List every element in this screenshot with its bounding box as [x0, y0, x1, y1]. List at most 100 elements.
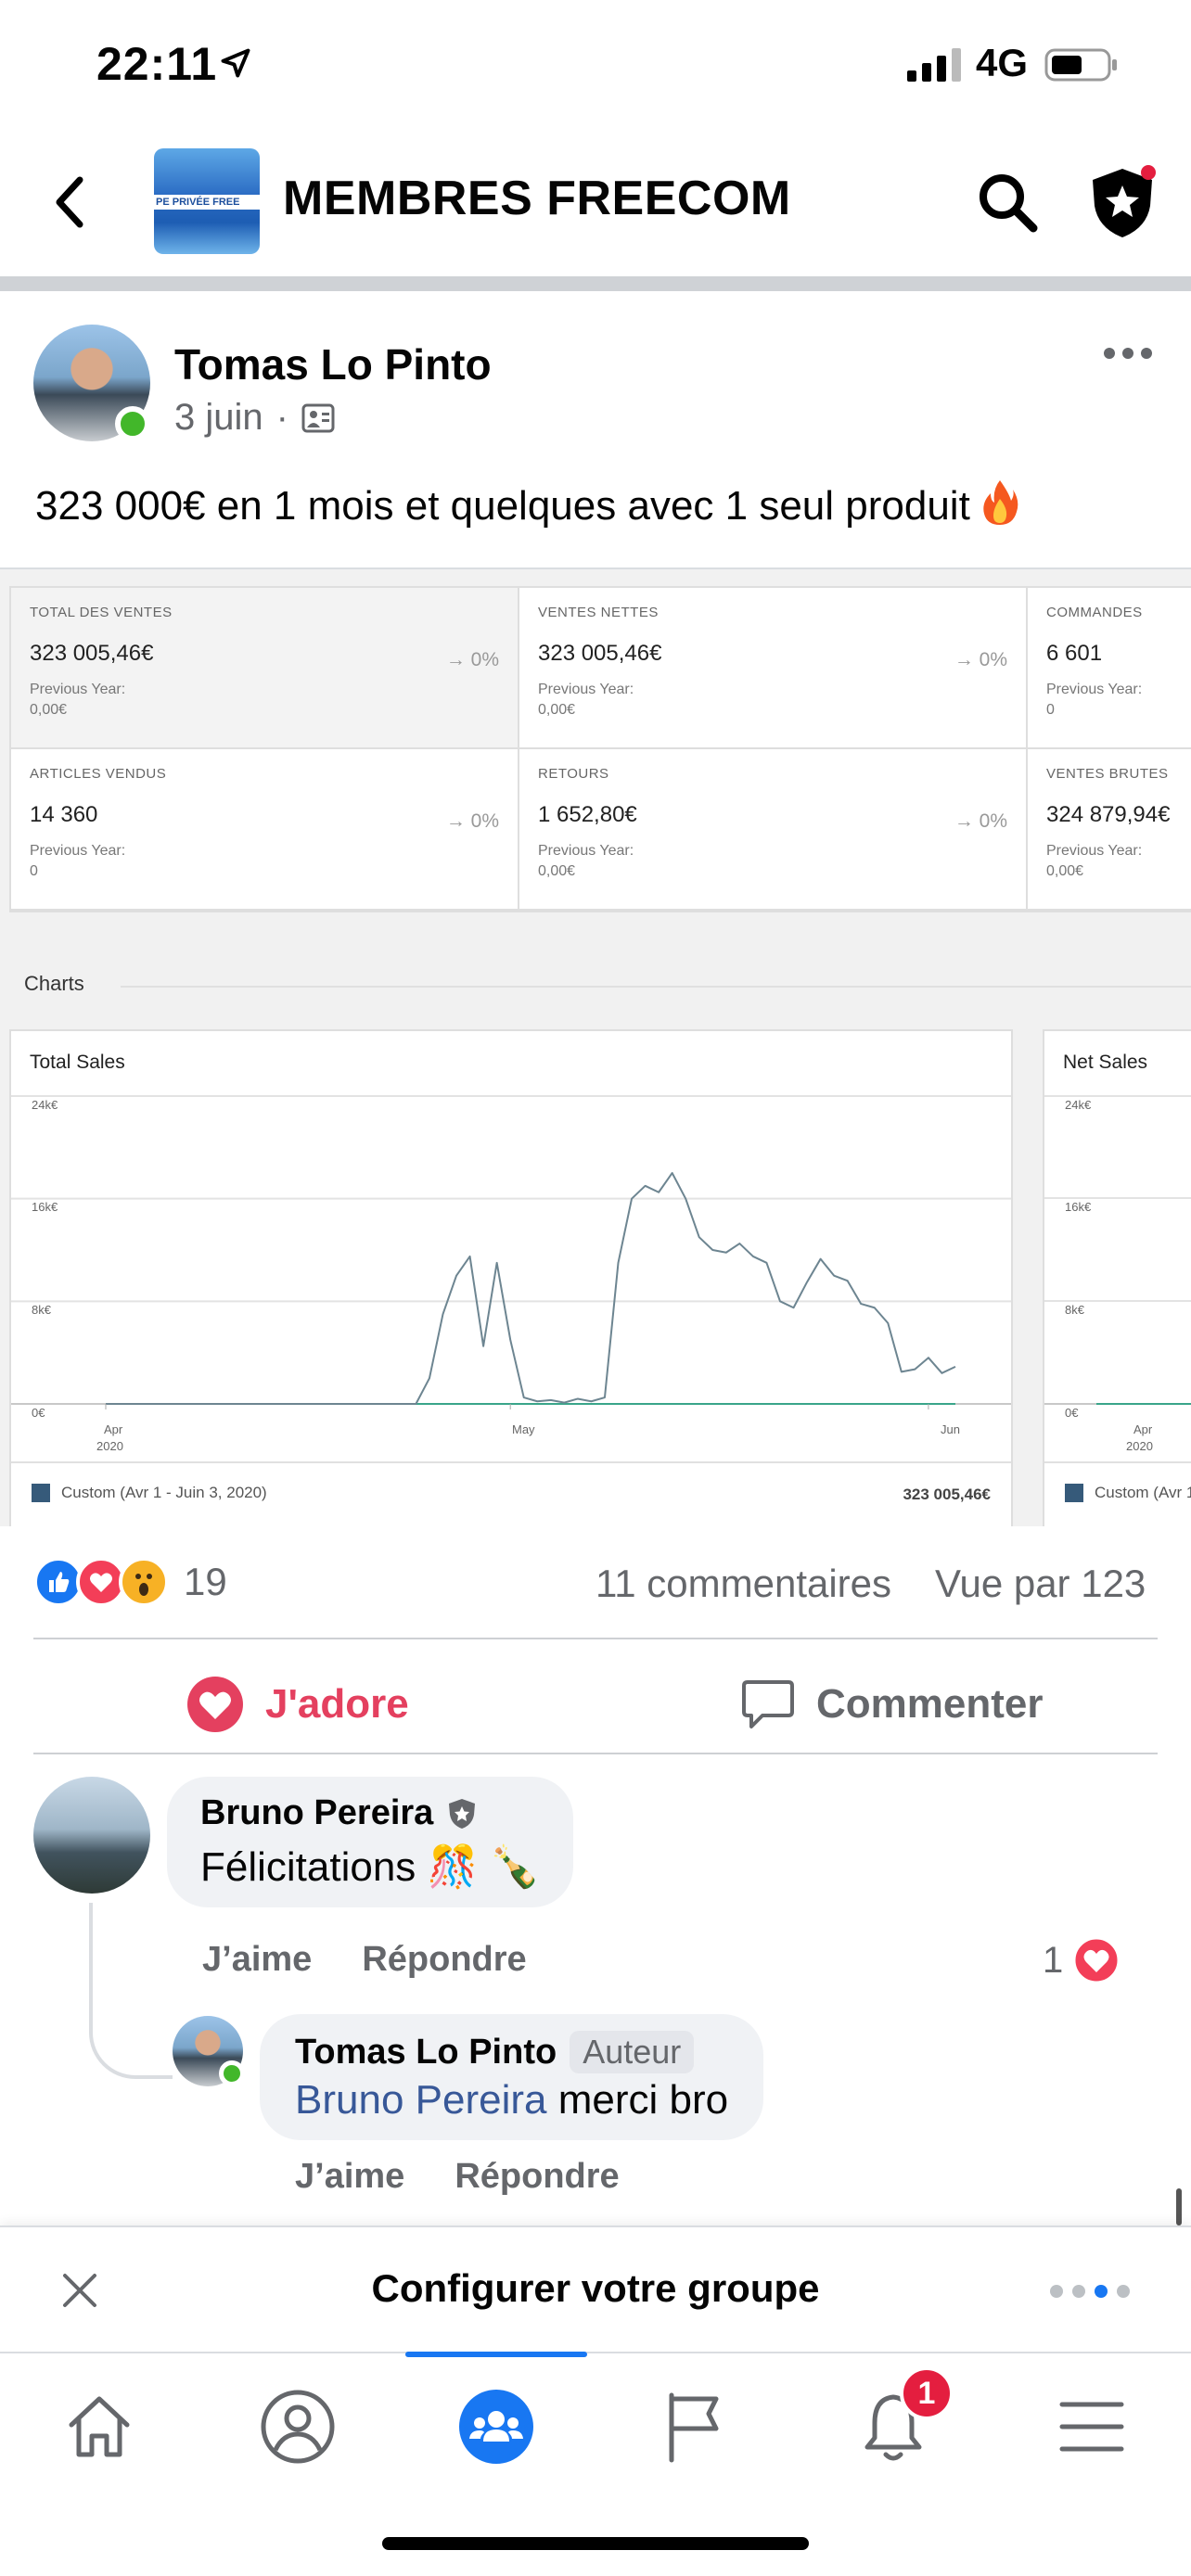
comment-icon [742, 1680, 794, 1728]
admin-badge-icon [449, 1798, 476, 1829]
setup-progress-dots [1050, 2285, 1130, 2298]
mention-link[interactable]: Bruno Pereira [295, 2077, 546, 2123]
post-more-options-button[interactable] [1104, 339, 1159, 367]
charts-heading: Charts [24, 972, 84, 995]
reply-like-button[interactable]: J’aime [295, 2157, 404, 2197]
total-sales-chart: Total Sales 24k€ 16k€ 8k€ 0€ Apr 2020 Ma… [9, 1029, 1013, 1526]
search-button[interactable] [972, 167, 1043, 237]
author-badge: Auteur [570, 2031, 695, 2073]
actions-divider [33, 1753, 1158, 1754]
signal-icon [907, 48, 961, 82]
legend-divider [11, 1461, 1011, 1463]
love-button[interactable]: J'adore [186, 1669, 409, 1740]
scrollbar[interactable] [1176, 2188, 1182, 2225]
chevron-left-icon [56, 176, 83, 228]
y-tick-label: 0€ [32, 1406, 45, 1420]
wow-reaction-icon [119, 1557, 169, 1607]
chart-title: Total Sales [30, 1052, 125, 1073]
y-tick-label: 24k€ [1065, 1098, 1092, 1112]
network-type: 4G [976, 41, 1029, 84]
comment-reactions[interactable]: 1 [1043, 1936, 1121, 1984]
members-only-icon [301, 403, 335, 432]
engagement-divider [33, 1638, 1158, 1639]
post-image[interactable]: TOTAL DES VENTES 323 005,46€ → 0% Previo… [0, 567, 1191, 1526]
y-tick-label: 8k€ [1065, 1303, 1085, 1317]
reply-reply-button[interactable]: Répondre [455, 2157, 619, 2197]
y-tick-label: 16k€ [32, 1200, 58, 1214]
stat-net-sales: VENTES NETTES 323 005,46€ → 0% Previous … [519, 588, 1028, 749]
setup-group-banner[interactable]: Configurer votre groupe [0, 2225, 1191, 2352]
x-tick-label: Apr [104, 1422, 123, 1436]
search-icon [980, 174, 1038, 233]
tab-home[interactable] [48, 2376, 150, 2478]
stat-returns: RETOURS 1 652,80€ → 0% Previous Year: 0,0… [519, 749, 1028, 911]
post-meta: 3 juin · [174, 397, 335, 439]
setup-group-title[interactable]: Configurer votre groupe [0, 2266, 1191, 2311]
series-line-total-sales [106, 1172, 956, 1405]
location-arrow-icon [221, 48, 250, 78]
tab-groups[interactable] [445, 2376, 547, 2478]
legend-swatch [1065, 1484, 1083, 1502]
active-tab-indicator [405, 2352, 587, 2357]
reply-thread-line [89, 1903, 173, 2079]
y-tick-label: 16k€ [1065, 1200, 1092, 1214]
x-tick-label: Jun [941, 1422, 960, 1436]
net-sales-plot: 24k€ 16k€ 8k€ 0€ Apr 2020 [1044, 1095, 1191, 1453]
y-tick-label: 24k€ [32, 1098, 58, 1112]
status-bar: 22:11 4G [0, 0, 1191, 130]
heart-icon [1072, 1936, 1121, 1984]
admin-shield-icon[interactable] [1085, 163, 1159, 241]
net-sales-chart: Net Sales 24k€ 16k€ 8k€ 0€ Apr 2020 Cust… [1043, 1029, 1191, 1526]
comment-text: Félicitations 🎊 🍾 [200, 1844, 541, 1890]
comment-button[interactable]: Commenter [740, 1669, 1044, 1740]
x-tick-label: May [512, 1422, 535, 1436]
stats-grid: TOTAL DES VENTES 323 005,46€ → 0% Previo… [9, 586, 1191, 912]
groups-icon [459, 2390, 533, 2464]
stat-total-sales: TOTAL DES VENTES 323 005,46€ → 0% Previo… [11, 588, 519, 749]
reply-text: Bruno Pereira merci bro [295, 2077, 729, 2123]
post-author-name[interactable]: Tomas Lo Pinto [174, 339, 492, 389]
stat-items-sold: ARTICLES VENDUS 14 360 → 0% Previous Yea… [11, 749, 519, 911]
charts-divider [121, 986, 1191, 988]
chart-legend: Custom (Avr 1 [1065, 1484, 1191, 1502]
menu-icon [1059, 2402, 1124, 2452]
heart-icon [187, 1677, 243, 1732]
home-icon [69, 2396, 130, 2457]
stat-gross-sales: VENTES BRUTES 324 879,94€ Previous Year:… [1028, 749, 1191, 911]
notification-badge: 1 [900, 2366, 954, 2420]
comment-author[interactable]: Bruno Pereira [200, 1793, 540, 1833]
reactions-count: 19 [184, 1560, 227, 1603]
group-thumbnail[interactable]: PE PRIVÉE FREE [154, 148, 260, 254]
commenter-avatar[interactable] [33, 1777, 150, 1894]
post-text: 323 000€ en 1 mois et quelques avec 1 se… [35, 478, 1018, 529]
comments-count[interactable]: 11 commentaires [596, 1562, 891, 1606]
comment-reply-button[interactable]: Répondre [362, 1940, 526, 1980]
meta-separator: · [275, 397, 288, 438]
chart-legend: Custom (Avr 1 - Juin 3, 2020) [32, 1484, 267, 1502]
online-status-dot [115, 406, 150, 441]
reply-actions: J’aime Répondre [295, 2157, 620, 2197]
back-button[interactable] [45, 172, 96, 232]
tab-profile[interactable] [247, 2376, 349, 2478]
online-status-dot [219, 2060, 245, 2086]
post-date[interactable]: 3 juin [174, 397, 263, 439]
tab-menu[interactable] [1041, 2376, 1143, 2478]
chart-title: Net Sales [1063, 1052, 1148, 1073]
tab-pages[interactable] [644, 2376, 746, 2478]
y-tick-label: 0€ [1065, 1406, 1079, 1420]
total-sales-plot: 24k€ 16k€ 8k€ 0€ Apr 2020 May Jun [11, 1095, 1011, 1453]
battery-icon [1044, 48, 1117, 82]
legend-swatch [32, 1484, 50, 1502]
comment-like-button[interactable]: J’aime [202, 1940, 312, 1980]
home-indicator[interactable] [382, 2537, 809, 2550]
reply-author[interactable]: Tomas Lo Pinto Auteur [295, 2031, 728, 2073]
group-header: PE PRIVÉE FREE MEMBRES FREECOM [0, 139, 1191, 269]
status-time: 22:11 [96, 38, 218, 90]
profile-icon [261, 2390, 335, 2464]
chart-total: 323 005,46€ [903, 1486, 991, 1503]
views-count[interactable]: Vue par 123 [935, 1562, 1146, 1606]
comment-label: Commenter [816, 1681, 1044, 1727]
comment-actions: J’aime Répondre [202, 1940, 527, 1980]
group-title[interactable]: MEMBRES FREECOM [283, 171, 791, 226]
reactions-summary[interactable]: 19 [33, 1554, 227, 1610]
